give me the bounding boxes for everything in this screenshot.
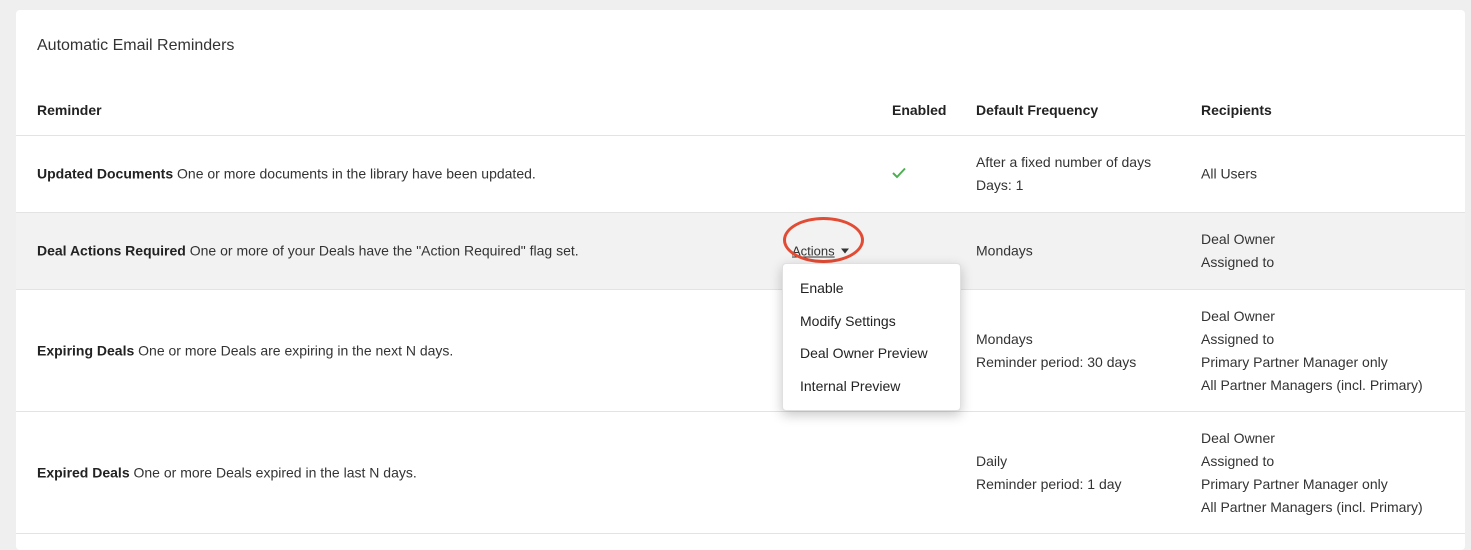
reminder-cell: Deal Actions Required One or more of you…	[37, 240, 579, 263]
recipient-line: Primary Partner Manager only	[1201, 353, 1388, 370]
recipient-line: Assigned to	[1201, 254, 1275, 270]
frequency-line: Mondays	[976, 242, 1033, 259]
frequency-cell: Mondays	[976, 240, 1033, 263]
table-header: Reminder Enabled Default Frequency Recip…	[16, 90, 1465, 136]
frequency-line: Daily	[976, 452, 1008, 469]
recipient-line: Deal Owner	[1201, 231, 1275, 247]
header-enabled: Enabled	[892, 102, 947, 118]
recipient-line: All Users	[1201, 165, 1258, 182]
recipients-cell: Deal Owner Assigned to Primary Partner M…	[1201, 427, 1423, 519]
recipient-line: Deal Owner	[1201, 307, 1275, 324]
frequency-line: Mondays	[976, 330, 1033, 347]
reminder-name: Deal Actions Required	[37, 242, 186, 259]
menu-item-internal-preview[interactable]: Internal Preview	[783, 370, 960, 403]
table-row[interactable]: Updated Documents One or more documents …	[16, 136, 1465, 213]
reminder-cell: Expiring Deals One or more Deals are exp…	[37, 339, 453, 362]
reminder-name: Expiring Deals	[37, 342, 135, 358]
menu-item-enable[interactable]: Enable	[783, 272, 960, 305]
menu-item-deal-owner-preview[interactable]: Deal Owner Preview	[783, 337, 960, 370]
reminder-description: One or more documents in the library hav…	[177, 165, 536, 182]
actions-label: Actions	[792, 243, 835, 259]
email-reminders-card: Automatic Email Reminders Reminder Enabl…	[16, 10, 1465, 550]
recipient-line: Primary Partner Manager only	[1201, 475, 1388, 492]
card-title: Automatic Email Reminders	[37, 37, 235, 54]
recipient-line: Assigned to	[1201, 452, 1275, 469]
header-recipients: Recipients	[1201, 102, 1272, 118]
reminder-description: One or more of your Deals have the "Acti…	[189, 242, 579, 259]
reminder-cell: Updated Documents One or more documents …	[37, 163, 536, 186]
actions-dropdown-button[interactable]: Actions	[792, 244, 849, 259]
recipients-cell: All Users	[1201, 163, 1257, 186]
table-row[interactable]: Expired Deals One or more Deals expired …	[16, 412, 1465, 534]
recipients-cell: Deal Owner Assigned to Primary Partner M…	[1201, 305, 1423, 397]
frequency-cell: Mondays Reminder period: 30 days	[976, 328, 1136, 374]
reminder-description: One or more Deals expired in the last N …	[133, 464, 417, 480]
actions-dropdown-menu: Enable Modify Settings Deal Owner Previe…	[782, 263, 961, 411]
frequency-line: Days: 1	[976, 177, 1024, 193]
recipient-line: Assigned to	[1201, 330, 1275, 347]
recipient-line: Deal Owner	[1201, 429, 1275, 446]
frequency-line: Reminder period: 1 day	[976, 475, 1122, 492]
frequency-line: After a fixed number of days	[976, 154, 1152, 170]
table-row[interactable]: Expiring Deals One or more Deals are exp…	[16, 290, 1465, 412]
frequency-cell: After a fixed number of days Days: 1	[976, 151, 1151, 197]
recipients-cell: Deal Owner Assigned to	[1201, 228, 1275, 274]
reminders-table: Reminder Enabled Default Frequency Recip…	[16, 90, 1465, 534]
recipient-line: All Partner Managers (incl. Primary)	[1201, 376, 1423, 393]
reminder-name: Expired Deals	[37, 464, 130, 480]
frequency-line: Reminder period: 30 days	[976, 353, 1137, 370]
reminder-cell: Expired Deals One or more Deals expired …	[37, 461, 417, 484]
header-frequency: Default Frequency	[976, 102, 1099, 118]
menu-item-modify-settings[interactable]: Modify Settings	[783, 305, 960, 338]
header-reminder: Reminder	[37, 102, 102, 118]
table-row[interactable]: Deal Actions Required One or more of you…	[16, 213, 1465, 290]
reminder-description: One or more Deals are expiring in the ne…	[138, 342, 454, 358]
caret-down-icon	[840, 248, 849, 254]
recipient-line: All Partner Managers (incl. Primary)	[1201, 498, 1423, 515]
reminder-name: Updated Documents	[37, 165, 174, 182]
frequency-cell: Daily Reminder period: 1 day	[976, 450, 1122, 496]
check-icon	[892, 166, 912, 182]
